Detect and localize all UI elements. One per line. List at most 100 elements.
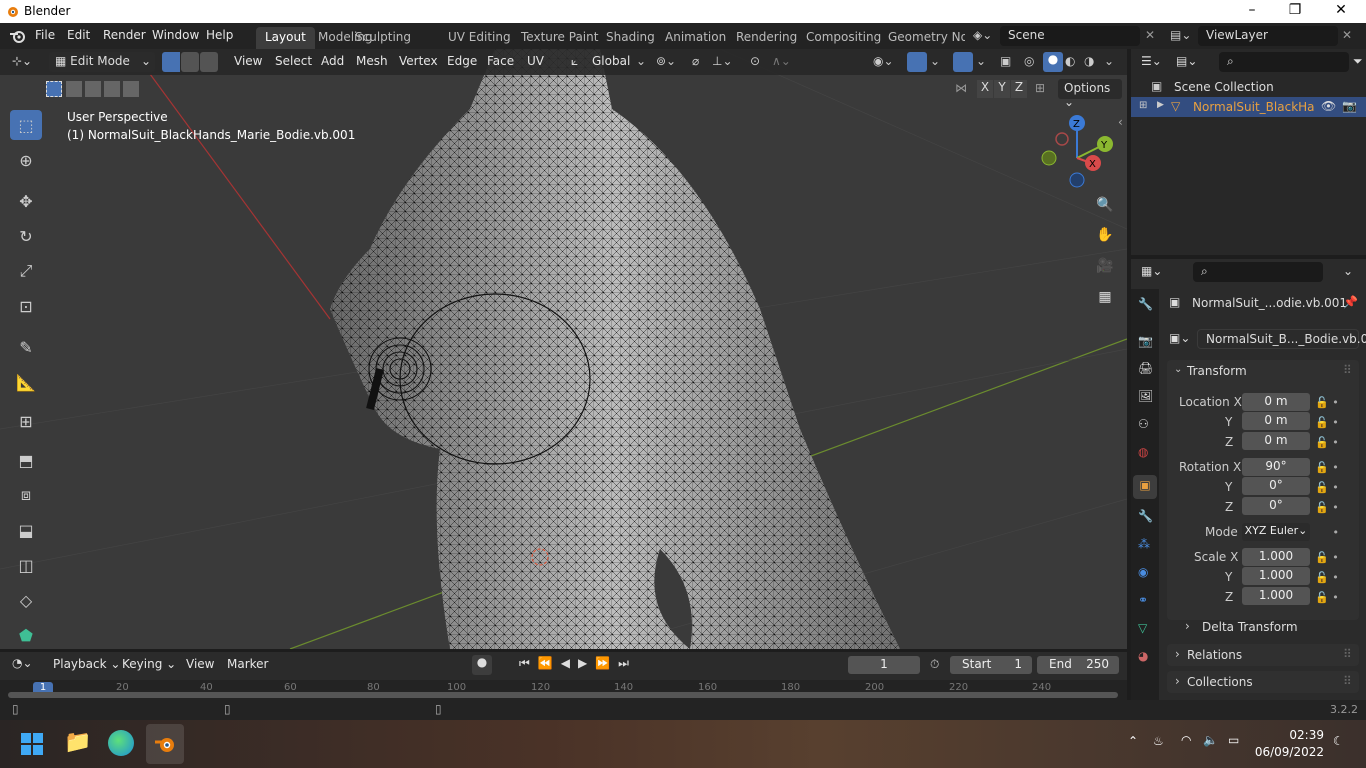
timeline-playback-menu[interactable]: Playback ⌄: [53, 657, 120, 671]
add-cube-tool[interactable]: ⊞: [10, 406, 42, 436]
falloff-icon[interactable]: ∧⌄: [772, 54, 791, 68]
end-frame-field[interactable]: End 250: [1037, 656, 1119, 674]
tab-texture-paint[interactable]: Texture Paint: [512, 27, 607, 49]
eye-icon[interactable]: 👁: [1321, 99, 1336, 113]
scene-field[interactable]: Scene: [1000, 26, 1140, 46]
vp-menu-mesh[interactable]: Mesh: [356, 54, 388, 68]
lock-icon[interactable]: 🔓 •: [1315, 568, 1355, 588]
vp-menu-uv[interactable]: UV: [527, 54, 544, 68]
tool-tab-icon[interactable]: 🔧: [1138, 297, 1153, 311]
location-x-field[interactable]: 0 m: [1242, 393, 1310, 411]
playback-controls[interactable]: ⏮⏪◀▶⏩⏭: [519, 656, 637, 671]
extrude-tool[interactable]: ⬒: [10, 445, 42, 475]
camera-icon[interactable]: 🎥: [1092, 253, 1118, 279]
chevron-down-icon[interactable]: ⌄: [930, 54, 940, 68]
vp-menu-select[interactable]: Select: [275, 54, 312, 68]
pivot-icon[interactable]: ⊚⌄: [656, 54, 676, 68]
scene-collection-row[interactable]: ▣ Scene Collection: [1131, 77, 1366, 97]
minimize-icon[interactable]: –: [1242, 2, 1262, 20]
perspective-grid-icon[interactable]: ▦: [1092, 284, 1118, 310]
xray-icon[interactable]: ▣: [1000, 54, 1011, 68]
lock-icon[interactable]: 🔓 •: [1315, 433, 1355, 453]
steam-icon[interactable]: ♨: [1153, 734, 1164, 748]
lock-icon[interactable]: 🔓 •: [1315, 478, 1355, 498]
location-z-field[interactable]: 0 m: [1242, 432, 1310, 450]
edge-select-button[interactable]: [181, 52, 199, 72]
rotation-mode-select[interactable]: XYZ Euler⌄: [1242, 523, 1310, 541]
scale-tool[interactable]: ⤢: [10, 256, 42, 286]
tab-shading[interactable]: Shading: [597, 27, 664, 49]
lock-icon[interactable]: 🔓 •: [1315, 548, 1355, 568]
cursor-tool[interactable]: ⊕: [10, 145, 42, 175]
mirror-z-toggle[interactable]: Z: [1011, 80, 1027, 98]
loop-cut-tool[interactable]: ◫: [10, 550, 42, 580]
menu-file[interactable]: File: [35, 28, 55, 42]
collections-panel[interactable]: › Collections ⠿: [1167, 671, 1359, 693]
location-y-field[interactable]: 0 m: [1242, 412, 1310, 430]
object-datablock[interactable]: ▣⌄ NormalSuit_B..._Bodie.vb.001: [1169, 329, 1366, 349]
select-extend-icon[interactable]: [66, 81, 82, 97]
menu-window[interactable]: Window: [152, 28, 199, 42]
notifications-moon-icon[interactable]: ☾: [1333, 734, 1344, 748]
tab-compositing[interactable]: Compositing: [797, 27, 890, 49]
snap-icon[interactable]: ⌀: [692, 54, 699, 68]
poly-build-tool[interactable]: ⬟: [10, 620, 42, 649]
rotation-x-field[interactable]: 90°: [1242, 458, 1310, 476]
file-explorer-icon[interactable]: 📁: [64, 730, 91, 755]
viewlayer-close-icon[interactable]: ✕: [1342, 28, 1352, 42]
world-tab-icon[interactable]: ◍: [1138, 445, 1148, 459]
vp-menu-edge[interactable]: Edge: [447, 54, 477, 68]
gizmo-toggle-icon[interactable]: [907, 52, 927, 72]
mirror-x-toggle[interactable]: X: [977, 80, 993, 98]
clock-time[interactable]: 02:39: [1262, 728, 1324, 742]
windows-start-icon[interactable]: [21, 733, 43, 755]
timeline-keying-menu[interactable]: Keying ⌄: [122, 657, 176, 671]
measure-tool[interactable]: 📐: [10, 367, 42, 397]
select-subtract-icon[interactable]: [85, 81, 101, 97]
outliner-editor-icon[interactable]: ☰⌄: [1141, 54, 1162, 68]
render-camera-icon[interactable]: 📷: [1342, 99, 1357, 113]
inset-tool[interactable]: ⧈: [10, 480, 42, 510]
constraints-tab-icon[interactable]: ⚭: [1138, 593, 1148, 607]
bevel-tool[interactable]: ⬓: [10, 515, 42, 545]
menu-edit[interactable]: Edit: [67, 28, 90, 42]
record-icon[interactable]: ●: [472, 655, 492, 675]
overlay-toggle-icon[interactable]: [953, 52, 973, 72]
blender-menu-icon[interactable]: [9, 28, 27, 44]
tab-geometry-nodes[interactable]: Geometry Noc: [879, 27, 965, 49]
vp-menu-add[interactable]: Add: [321, 54, 344, 68]
viewlayer-icon[interactable]: ▤⌄: [1170, 28, 1191, 42]
tab-sculpting[interactable]: Sculpting: [346, 27, 420, 49]
keyframe-dot-icon[interactable]: •: [1315, 523, 1355, 543]
select-intersect-icon[interactable]: [123, 81, 139, 97]
modifier-wrench-icon[interactable]: 🔧: [1138, 509, 1153, 523]
tab-uv-editing[interactable]: UV Editing: [439, 27, 520, 49]
rendered-shading-icon[interactable]: ◑: [1084, 54, 1094, 68]
object-name-field[interactable]: NormalSuit_B..._Bodie.vb.001: [1197, 329, 1366, 349]
outliner-search-input[interactable]: ⌕: [1219, 52, 1349, 72]
timeline-scrollbar[interactable]: [8, 692, 1118, 698]
chevron-down-icon[interactable]: ⌄: [976, 54, 986, 68]
knife-tool[interactable]: ◇: [10, 585, 42, 615]
output-tab-icon[interactable]: 🖨: [1138, 361, 1153, 375]
drag-handle-icon[interactable]: ⠿: [1343, 647, 1352, 661]
proportional-edit-icon[interactable]: ⊙: [750, 54, 760, 68]
select-new-icon[interactable]: [46, 81, 62, 97]
rotation-y-field[interactable]: 0°: [1242, 477, 1310, 495]
properties-editor-icon[interactable]: ▦⌄: [1141, 264, 1162, 278]
display-mode-icon[interactable]: ▤⌄: [1176, 54, 1197, 68]
snap-target-icon[interactable]: ⊥⌄: [712, 54, 733, 68]
current-frame-field[interactable]: 1: [848, 656, 920, 674]
tab-layout[interactable]: Layout: [256, 27, 315, 49]
face-select-button[interactable]: [200, 52, 218, 72]
annotate-tool[interactable]: ✎: [10, 332, 42, 362]
scene-close-icon[interactable]: ✕: [1145, 28, 1155, 42]
wifi-icon[interactable]: ◠: [1181, 733, 1191, 747]
transform-tool[interactable]: ⊡: [10, 291, 42, 321]
frame-ruler[interactable]: 1 20 40 60 80 100 120 140 160 180 200 22…: [0, 680, 1127, 700]
maximize-icon[interactable]: ❐: [1285, 2, 1305, 20]
preview-range-icon[interactable]: ⏱: [930, 657, 939, 672]
scale-z-field[interactable]: 1.000: [1242, 587, 1310, 605]
delta-transform-subpanel[interactable]: › Delta Transform: [1175, 618, 1351, 638]
lock-icon[interactable]: 🔓 •: [1315, 458, 1355, 478]
